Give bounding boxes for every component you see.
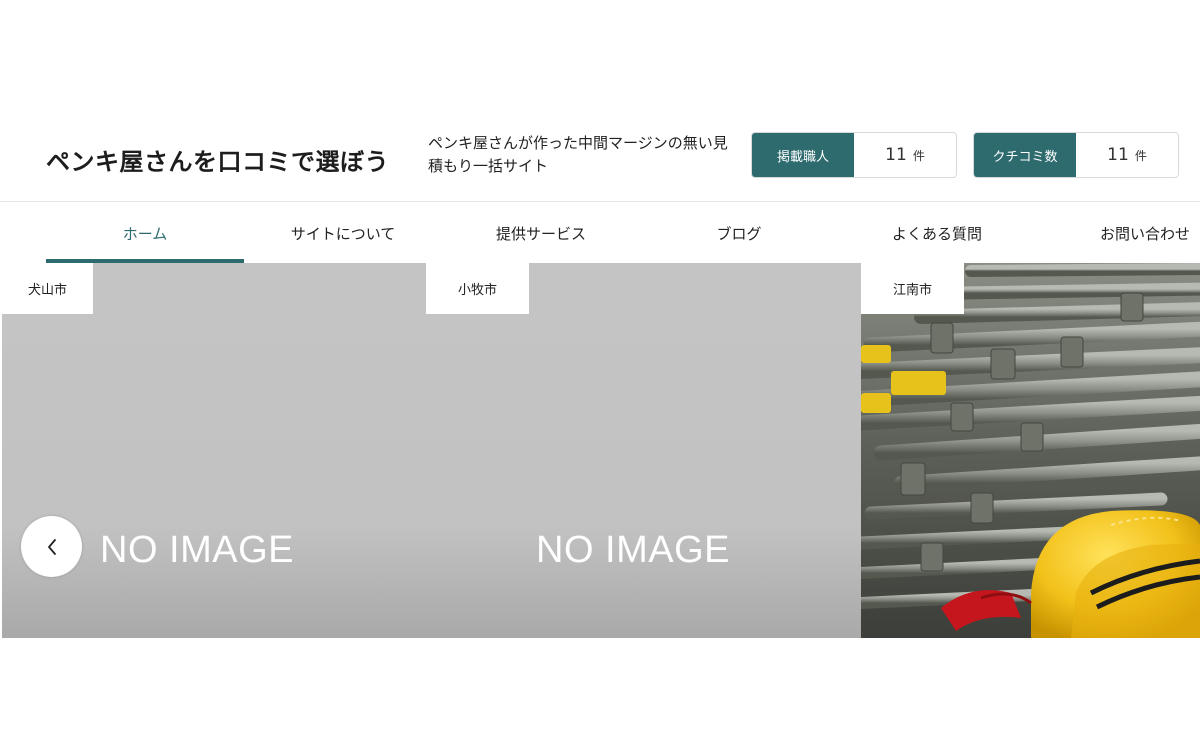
slide-konan[interactable]: 江南市	[861, 263, 1200, 638]
stat-label: 掲載職人	[752, 133, 854, 177]
slide-inuyama[interactable]: 犬山市 NO IMAGE	[2, 263, 426, 638]
nav-item-home[interactable]: ホーム	[46, 202, 244, 264]
nav-item-contact[interactable]: お問い合わせ	[1036, 202, 1200, 264]
stat-label: クチコミ数	[974, 133, 1076, 177]
no-image-placeholder: NO IMAGE	[536, 529, 731, 571]
nav-item-faq[interactable]: よくある質問	[838, 202, 1036, 264]
nav-item-about[interactable]: サイトについて	[244, 202, 442, 264]
stat-listed-craftsmen: 掲載職人 11 件	[751, 132, 957, 178]
chevron-left-icon	[47, 538, 56, 555]
city-badge: 小牧市	[426, 263, 529, 314]
main-nav: ホーム サイトについて 提供サービス ブログ よくある質問 お問い合わせ	[46, 202, 1200, 264]
nav-item-services[interactable]: 提供サービス	[442, 202, 640, 264]
stat-number: 11	[885, 145, 907, 165]
stat-unit: 件	[912, 148, 925, 163]
slide-komaki[interactable]: 小牧市 NO IMAGE	[426, 263, 861, 638]
stat-value-box: 11 件	[854, 133, 956, 177]
nav-item-blog[interactable]: ブログ	[640, 202, 838, 264]
scaffolding-photo	[861, 263, 1200, 638]
site-header: ペンキ屋さんを口コミで選ぼう ペンキ屋さんが作った中間マージンの無い見積もり一括…	[0, 120, 1200, 202]
site-title[interactable]: ペンキ屋さんを口コミで選ぼう	[46, 142, 389, 177]
stat-value-box: 11 件	[1076, 133, 1178, 177]
city-badge: 犬山市	[2, 263, 93, 314]
site-tagline: ペンキ屋さんが作った中間マージンの無い見積もり一括サイト	[428, 134, 728, 175]
craftsman-slider: 犬山市 NO IMAGE 小牧市 NO IMAGE 江南市	[2, 263, 1200, 638]
stat-number: 11	[1107, 145, 1129, 165]
city-badge: 江南市	[861, 263, 964, 314]
stat-review-count: クチコミ数 11 件	[973, 132, 1179, 178]
no-image-placeholder: NO IMAGE	[100, 529, 295, 571]
slider-prev-button[interactable]	[21, 516, 82, 577]
stat-unit: 件	[1134, 148, 1147, 163]
